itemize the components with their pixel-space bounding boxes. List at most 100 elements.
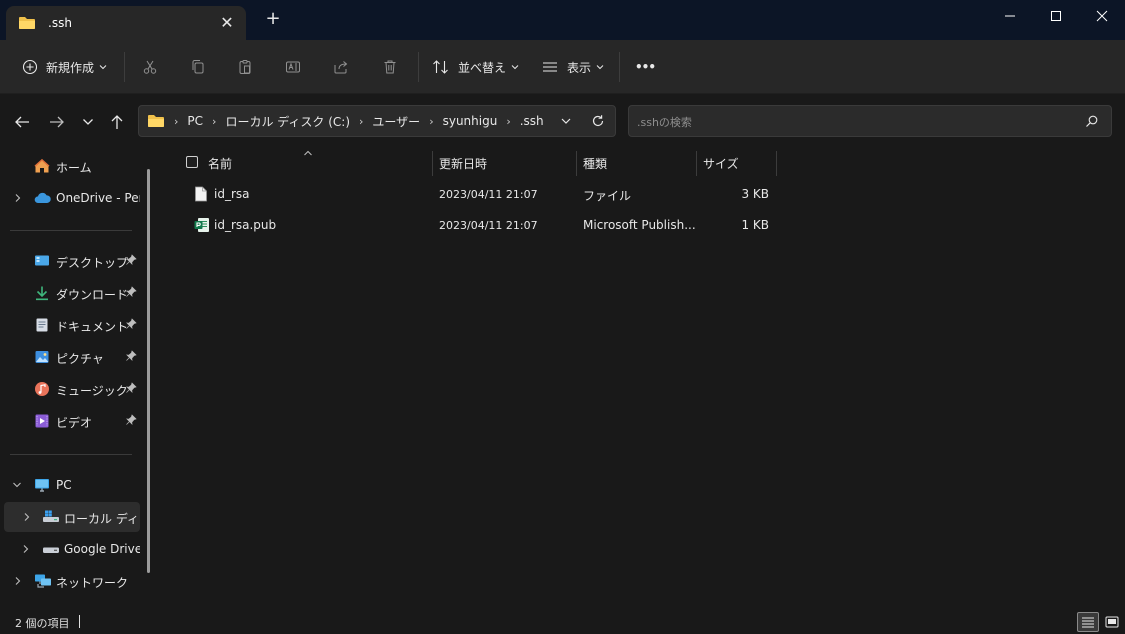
select-all-checkbox[interactable]	[186, 156, 198, 168]
document-icon	[34, 317, 50, 333]
pin-icon[interactable]	[125, 382, 137, 394]
navigation-pane: ホーム OneDrive - Perso デスクトップ ダウンロード ドキュメン…	[0, 149, 160, 610]
sidebar-item-downloads[interactable]: ダウンロード	[0, 278, 140, 308]
column-header-date[interactable]: 更新日時	[439, 155, 487, 172]
tab-title: .ssh	[48, 16, 72, 30]
toolbar-divider	[418, 52, 419, 82]
sidebar-item-pc[interactable]: PC	[0, 470, 140, 500]
sidebar-item-label: ローカル ディスク	[64, 512, 140, 526]
view-list-icon	[541, 59, 559, 75]
sidebar-item-home[interactable]: ホーム	[0, 151, 140, 181]
breadcrumb: › PC › ローカル ディスク (C:) › ユーザー › syunhigu …	[147, 106, 544, 136]
sidebar-item-documents[interactable]: ドキュメント	[0, 310, 140, 340]
sidebar-item-label: Google Drive (	[64, 542, 140, 556]
chevron-right-icon[interactable]	[13, 193, 23, 203]
new-button-label: 新規作成	[46, 60, 95, 75]
music-icon	[34, 381, 50, 397]
breadcrumb-item-users[interactable]: ユーザー	[372, 113, 420, 130]
pin-icon[interactable]	[125, 414, 137, 426]
sidebar-item-pictures[interactable]: ピクチャ	[0, 342, 140, 372]
share-button[interactable]	[333, 54, 349, 80]
chevron-right-icon[interactable]	[22, 512, 32, 522]
column-divider[interactable]	[696, 151, 697, 176]
search-icon[interactable]	[1085, 114, 1099, 128]
column-divider[interactable]	[432, 151, 433, 176]
pin-icon[interactable]	[125, 318, 137, 330]
item-count: 2 個の項目	[15, 617, 70, 630]
sidebar-item-onedrive[interactable]: OneDrive - Perso	[0, 183, 140, 213]
breadcrumb-item-pc[interactable]: PC	[187, 114, 203, 128]
sidebar-scrollbar[interactable]	[147, 169, 150, 573]
download-icon	[34, 285, 50, 301]
sidebar-item-network[interactable]: ネットワーク	[0, 566, 140, 596]
search-input[interactable]	[637, 114, 1057, 130]
table-row[interactable]: id_rsa.pub 2023/04/11 21:07 Microsoft Pu…	[180, 210, 800, 240]
rename-button[interactable]	[285, 54, 301, 80]
close-window-button[interactable]	[1079, 0, 1125, 32]
forward-button[interactable]	[46, 112, 68, 132]
chevron-down-icon	[511, 64, 519, 70]
desktop-icon	[34, 253, 50, 269]
delete-button[interactable]	[382, 54, 398, 80]
new-tab-button[interactable]: +	[263, 10, 283, 30]
chevron-down-icon	[82, 118, 94, 126]
table-row[interactable]: id_rsa 2023/04/11 21:07 ファイル 3 KB	[180, 179, 800, 209]
large-icons-view-button[interactable]	[1101, 612, 1123, 632]
toolbar-divider	[124, 52, 125, 82]
column-divider[interactable]	[576, 151, 577, 176]
view-button[interactable]: 表示	[541, 54, 604, 80]
tab-ssh[interactable]: .ssh ✕	[6, 6, 246, 40]
pin-icon[interactable]	[125, 254, 137, 266]
file-name: id_rsa.pub	[214, 218, 277, 232]
address-bar[interactable]: › PC › ローカル ディスク (C:) › ユーザー › syunhigu …	[138, 105, 616, 137]
sidebar-item-videos[interactable]: ビデオ	[0, 406, 140, 436]
more-options-button[interactable]: •••	[635, 54, 656, 80]
chevron-down-icon[interactable]	[12, 480, 22, 490]
status-separator	[79, 615, 80, 628]
file-size: 1 KB	[741, 218, 769, 232]
address-row: › PC › ローカル ディスク (C:) › ユーザー › syunhigu …	[0, 95, 1125, 149]
copy-button[interactable]	[190, 54, 206, 80]
sidebar-item-label: ネットワーク	[56, 576, 129, 590]
command-bar: 新規作成 並べ替え 表示 •••	[0, 40, 1125, 94]
refresh-icon[interactable]	[589, 112, 607, 130]
tab-close-icon[interactable]: ✕	[218, 15, 236, 33]
sort-button[interactable]: 並べ替え	[432, 54, 519, 80]
breadcrumb-item-local-disk[interactable]: ローカル ディスク (C:)	[225, 113, 350, 130]
breadcrumb-separator-icon: ›	[174, 114, 179, 128]
pictures-icon	[34, 349, 50, 365]
details-view-button[interactable]	[1077, 612, 1099, 632]
column-header-name[interactable]: 名前	[208, 155, 232, 172]
pin-icon[interactable]	[125, 350, 137, 362]
publisher-icon	[194, 217, 210, 233]
sidebar-item-music[interactable]: ミュージック	[0, 374, 140, 404]
column-header-type[interactable]: 種類	[583, 155, 607, 172]
column-header-size[interactable]: サイズ	[703, 155, 739, 172]
search-box[interactable]	[628, 105, 1112, 137]
sidebar-item-google-drive[interactable]: Google Drive (	[0, 534, 140, 564]
cut-button[interactable]	[142, 54, 158, 80]
sidebar-item-local-disk[interactable]: ローカル ディスク	[4, 502, 140, 532]
chevron-right-icon[interactable]	[21, 544, 31, 554]
chevron-right-icon[interactable]	[13, 576, 23, 586]
paste-button[interactable]	[237, 54, 253, 80]
sidebar-item-label: ドキュメント	[56, 320, 129, 334]
pin-icon[interactable]	[125, 286, 137, 298]
scissors-icon	[142, 59, 158, 75]
breadcrumb-item-ssh[interactable]: .ssh	[520, 114, 544, 128]
column-divider[interactable]	[776, 151, 777, 176]
back-button[interactable]	[11, 112, 33, 132]
view-button-label: 表示	[567, 60, 592, 75]
chevron-down-icon	[596, 64, 604, 70]
minimize-button[interactable]	[987, 0, 1033, 32]
breadcrumb-item-user[interactable]: syunhigu	[443, 114, 498, 128]
up-button[interactable]	[106, 112, 128, 132]
address-history-button[interactable]	[557, 112, 575, 130]
sidebar-item-desktop[interactable]: デスクトップ	[0, 246, 140, 276]
title-bar: .ssh ✕ +	[0, 0, 1125, 40]
sidebar-divider	[10, 454, 132, 455]
new-button[interactable]: 新規作成	[22, 54, 107, 80]
maximize-button[interactable]	[1033, 0, 1079, 32]
arrow-left-icon	[14, 115, 30, 129]
recent-locations-button[interactable]	[77, 112, 99, 132]
